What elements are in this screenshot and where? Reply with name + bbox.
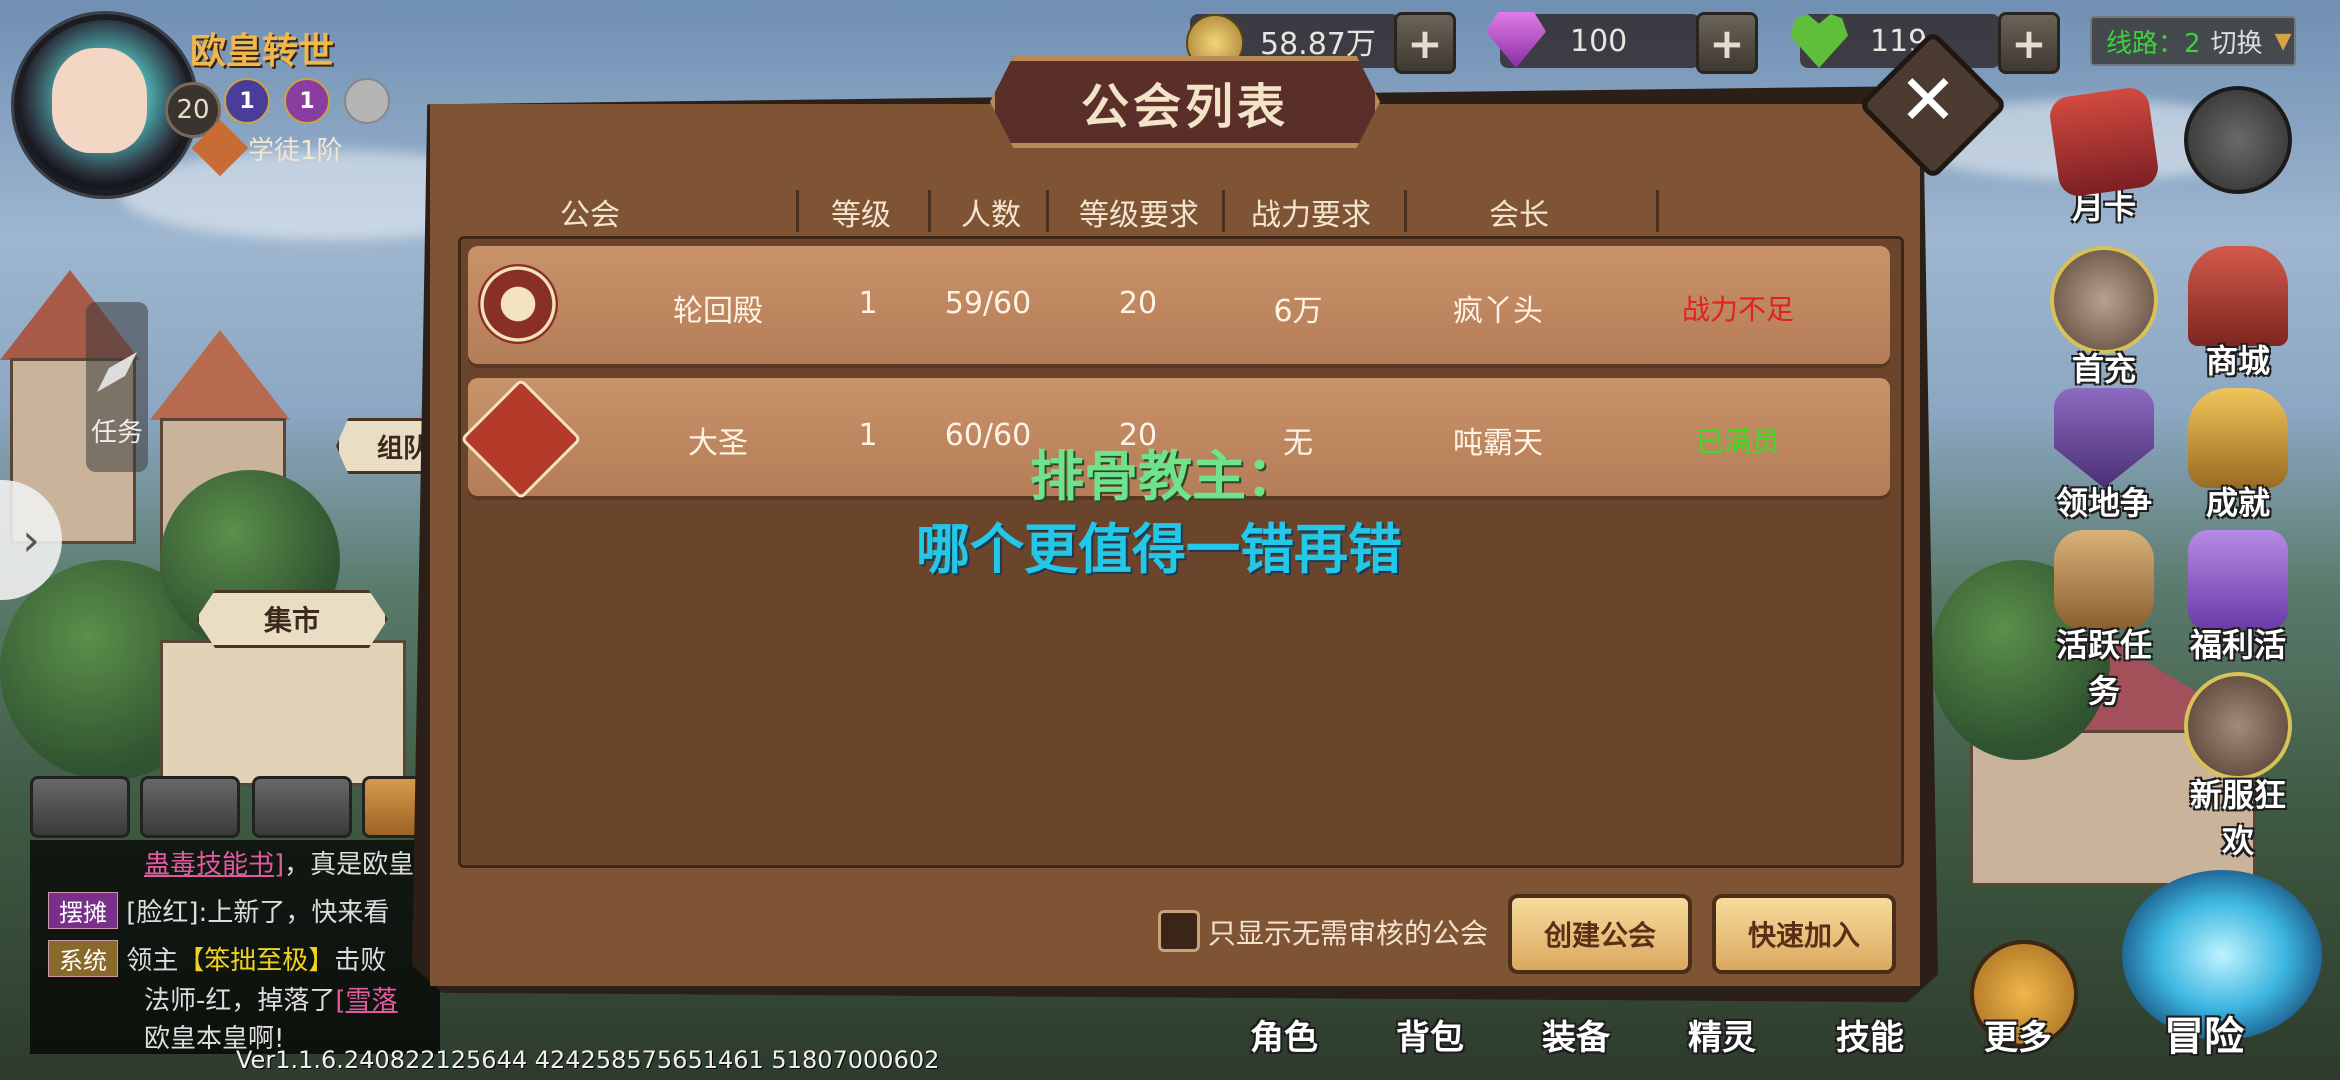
nav-bag[interactable]: 背包	[1396, 1010, 1464, 1059]
chevron-down-icon: ▼	[2274, 28, 2292, 54]
guild-leader: 疯丫头	[1453, 294, 1543, 329]
add-stamina-button[interactable]: +	[1998, 12, 2060, 74]
market-building	[160, 640, 406, 786]
nav-more[interactable]: 更多	[1984, 1010, 2052, 1059]
collapse-icon	[2184, 86, 2292, 194]
server-line-label: 线路：2	[2106, 28, 2201, 59]
column-header-level-req: 等级要求	[1079, 198, 1199, 233]
medal-badge	[344, 78, 390, 124]
shop-button[interactable]: 商城	[2178, 246, 2298, 382]
shop-icon	[2188, 246, 2288, 346]
server-switch-label: 切换	[2210, 28, 2263, 59]
territory-icon	[2054, 388, 2154, 488]
guild-level: 1	[858, 418, 878, 453]
guild-name: 大圣	[688, 426, 748, 461]
house-roof	[150, 330, 290, 420]
mail-icon[interactable]	[140, 776, 240, 838]
column-separator	[1404, 190, 1407, 232]
active-task-label: 活跃任务	[2055, 626, 2152, 710]
column-header-leader: 会长	[1489, 198, 1549, 233]
column-header-guild: 公会	[560, 198, 620, 233]
medal-badge: 1	[224, 78, 270, 124]
nav-adventure[interactable]: 冒险	[2164, 1004, 2244, 1062]
column-separator	[1222, 190, 1225, 232]
medal-badge: 1	[284, 78, 330, 124]
chat-text: 击败	[334, 946, 387, 976]
scroll-icon	[2054, 530, 2154, 630]
monthly-card-button[interactable]: 月卡	[2044, 85, 2164, 228]
quick-join-button[interactable]: 快速加入	[1712, 894, 1896, 974]
server-line-switch[interactable]: 线路：2 切换 ▼	[2090, 16, 2296, 66]
task-button[interactable]: 任务	[86, 302, 148, 472]
friends-icon[interactable]	[252, 776, 352, 838]
new-server-icon	[2184, 672, 2292, 780]
avatar-face	[52, 48, 147, 153]
chat-text: [脸红]:上新了，快来看	[126, 898, 390, 928]
guild-name: 轮回殿	[673, 294, 763, 329]
column-header-power-req: 战力要求	[1251, 198, 1371, 233]
bird-icon	[460, 378, 582, 500]
filter-checkbox[interactable]	[1158, 910, 1200, 952]
quill-icon	[97, 352, 137, 392]
guild-status: 战力不足	[1681, 293, 1794, 326]
overlay-caption-line2: 哪个更值得一错再错	[916, 518, 1402, 581]
market-sign[interactable]: 集市	[196, 590, 388, 648]
chat-text: ，真是欧皇	[284, 850, 415, 880]
first-recharge-button[interactable]: 首充	[2044, 246, 2164, 390]
guild-row[interactable]: 轮回殿 1 59/60 20 6万 疯丫头 战力不足	[468, 246, 1890, 364]
gift-icon	[2188, 530, 2288, 630]
close-icon[interactable]: ✕	[1880, 52, 1976, 148]
achievement-label: 成就	[2205, 484, 2270, 522]
monthly-card-icon	[2047, 85, 2161, 199]
collapse-menu-button[interactable]	[2178, 86, 2298, 194]
column-separator	[1046, 190, 1049, 232]
nav-spirit[interactable]: 精灵	[1688, 1010, 1756, 1059]
chat-text: 法师-红，掉落了	[144, 986, 336, 1016]
column-separator	[796, 190, 799, 232]
column-header-level: 等级	[831, 198, 891, 233]
guild-level: 1	[858, 286, 878, 321]
first-recharge-icon	[2050, 246, 2158, 354]
first-recharge-label: 首充	[2071, 350, 2136, 388]
chat-item-link[interactable]: 蛊毒技能书]	[144, 850, 284, 880]
task-label: 任务	[90, 418, 143, 448]
active-task-button[interactable]: 活跃任务	[2044, 530, 2164, 712]
crossed-swords-icon	[478, 264, 558, 344]
guild-power-req: 6万	[1273, 294, 1323, 329]
new-server-button[interactable]: 新服狂欢	[2178, 672, 2298, 862]
player-rank: 学徒1阶	[248, 136, 343, 166]
achievement-button[interactable]: 成就	[2178, 388, 2298, 524]
version-text: Ver1.1.6.240822125644 424258575651461 51…	[236, 1046, 940, 1074]
column-separator	[1656, 190, 1659, 232]
column-separator	[928, 190, 931, 232]
create-guild-button[interactable]: 创建公会	[1508, 894, 1692, 974]
chat-tag-system: 系统	[48, 940, 118, 977]
dialog-title-plate: 公会列表	[990, 56, 1380, 148]
chat-boss-name: 【笨拙至极】	[178, 946, 335, 976]
guild-level-req: 20	[1118, 286, 1158, 321]
add-gold-button[interactable]: +	[1394, 12, 1456, 74]
chat-panel[interactable]: 蛊毒技能书]，真是欧皇 摆摊 [脸红]:上新了，快来看 系统 领主【笨拙至极】击…	[30, 840, 440, 1054]
trophy-icon	[2188, 388, 2288, 488]
chat-bubble-icon[interactable]	[30, 776, 130, 838]
shop-label: 商城	[2205, 342, 2270, 380]
dialog-title: 公会列表	[1080, 79, 1289, 135]
chat-item-link[interactable]: [雪落	[335, 986, 397, 1016]
chat-tag-stall: 摆摊	[48, 892, 118, 929]
guild-leader: 吨霸天	[1453, 426, 1543, 461]
filter-label: 只显示无需审核的公会	[1208, 917, 1489, 950]
nav-equipment[interactable]: 装备	[1542, 1010, 1610, 1059]
diamond-value: 100	[1570, 23, 1628, 59]
chat-text: 领主	[126, 946, 179, 976]
add-diamond-button[interactable]: +	[1696, 12, 1758, 74]
guild-status: 已满员	[1695, 425, 1780, 458]
nav-skill[interactable]: 技能	[1836, 1010, 1904, 1059]
new-server-label: 新服狂欢	[2189, 776, 2286, 860]
player-name: 欧皇转世	[190, 31, 335, 72]
column-header-members: 人数	[961, 198, 1021, 233]
overlay-caption-line1: 排骨教主：	[1030, 445, 1300, 508]
nav-character[interactable]: 角色	[1250, 1010, 1318, 1059]
guild-members: 59/60	[944, 286, 1032, 321]
